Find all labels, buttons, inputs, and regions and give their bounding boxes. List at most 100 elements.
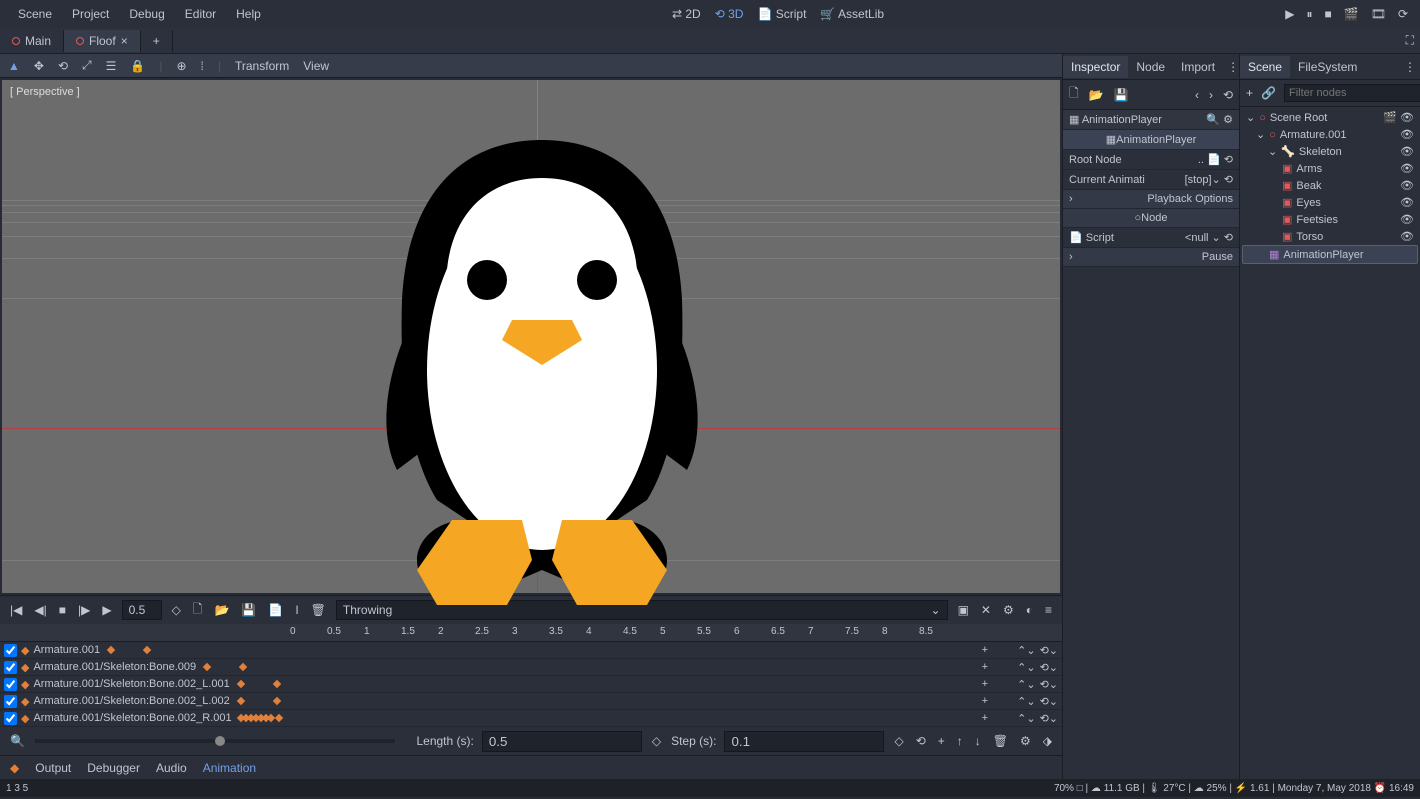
track-enable-checkbox[interactable] (4, 661, 17, 674)
track-add-key-icon[interactable]: + (982, 661, 988, 673)
add-node-icon[interactable]: + (1246, 86, 1253, 100)
track-enable-checkbox[interactable] (4, 644, 17, 657)
track-enable-checkbox[interactable] (4, 712, 17, 725)
track-enable-checkbox[interactable] (4, 695, 17, 708)
insp-open-icon[interactable]: 📂 (1089, 88, 1104, 102)
tab-floof[interactable]: Floof × (64, 30, 141, 52)
track-add-key-icon[interactable]: + (982, 644, 988, 656)
mode-3d[interactable]: ⟲ 3D (715, 7, 744, 21)
section-playback[interactable]: › Playback Options (1063, 190, 1239, 209)
visibility-icon[interactable]: 👁 (1400, 162, 1414, 175)
anim-blend-icon[interactable]: ◐ (1024, 603, 1035, 617)
prop-root-node[interactable]: Root Node.. 📄 ⟲ (1063, 150, 1239, 170)
list-tool-icon[interactable]: ☰ (106, 59, 117, 73)
visibility-icon[interactable]: 👁 (1400, 230, 1414, 243)
play-custom-button[interactable]: 🎞 (1371, 7, 1386, 21)
tab-main[interactable]: Main (0, 30, 64, 52)
track-add-key-icon[interactable]: + (982, 678, 988, 690)
node-eyes[interactable]: ▣ Eyes👁 (1242, 194, 1418, 211)
anim-delete-icon[interactable]: 🗑 (309, 603, 328, 617)
anim-rename-icon[interactable]: I (293, 603, 300, 617)
section-node[interactable]: ○ Node (1063, 209, 1239, 228)
insp-save-icon[interactable]: 💾 (1114, 88, 1129, 102)
track-loop-icon[interactable]: ⟲⌄ (1040, 695, 1058, 708)
track-row[interactable]: ◆Armature.001/Skeleton:Bone.009+⌃⌄⟲⌄ (0, 659, 1062, 676)
tab-animation[interactable]: Animation (203, 761, 256, 775)
track-interp-icon[interactable]: ⌃⌄ (1017, 712, 1035, 725)
track-row[interactable]: ◆Armature.001/Skeleton:Bone.002_R.001+⌃⌄… (0, 710, 1062, 727)
insp-history-icon[interactable]: ⟲ (1223, 88, 1233, 102)
visibility-icon[interactable]: 👁 (1400, 145, 1414, 158)
lock-tool-icon[interactable]: 🔒 (130, 59, 145, 73)
rotate-tool-icon[interactable]: ⟲ (58, 59, 68, 73)
move-up-icon[interactable]: ↑ (955, 734, 965, 748)
anim-new-icon[interactable]: 🗋 (191, 600, 205, 621)
prop-script[interactable]: 📄 Script<null ⌄ ⟲ (1063, 228, 1239, 248)
menu-debug[interactable]: Debug (119, 3, 174, 25)
insp-search-icon[interactable]: 🔍 (1206, 114, 1220, 126)
node-skeleton[interactable]: ⌄ 🦴 Skeleton👁 (1242, 143, 1418, 160)
anim-copy-icon[interactable]: 📄 (266, 603, 285, 617)
track-enable-checkbox[interactable] (4, 678, 17, 691)
transform-menu[interactable]: Transform (235, 59, 289, 73)
add-track-icon[interactable]: + (936, 734, 947, 748)
anim-stop-icon[interactable]: ■ (57, 603, 68, 617)
zoom-icon[interactable]: 🔍 (8, 734, 27, 748)
capture-button[interactable]: ⟳ (1398, 7, 1408, 21)
track-row[interactable]: ◆Armature.001+⌃⌄⟲⌄ (0, 642, 1062, 659)
anim-open-icon[interactable]: 📂 (212, 603, 231, 617)
node-armature[interactable]: ⌄ ○ Armature.001👁 (1242, 126, 1418, 143)
stop-button[interactable]: ■ (1325, 7, 1332, 21)
zoom-slider[interactable] (35, 739, 395, 743)
tab-import[interactable]: Import (1173, 56, 1223, 78)
prop-current-animation[interactable]: Current Animati[stop]⌄ ⟲ (1063, 170, 1239, 190)
play-scene-button[interactable]: 🎬 (1344, 7, 1359, 21)
anim-spinner-icon[interactable]: ◇ (170, 603, 183, 617)
visibility-icon[interactable]: 👁 (1400, 213, 1414, 226)
anim-save-icon[interactable]: 💾 (239, 603, 258, 617)
mode-2d[interactable]: ⇄ 2D (672, 7, 701, 21)
remove-track-icon[interactable]: 🗑 (991, 734, 1010, 748)
insp-new-icon[interactable]: 🗋 (1069, 84, 1079, 105)
node-beak[interactable]: ▣ Beak👁 (1242, 177, 1418, 194)
track-loop-icon[interactable]: ⟲⌄ (1040, 661, 1058, 674)
track-interp-icon[interactable]: ⌃⌄ (1017, 661, 1035, 674)
scale-tool-icon[interactable]: ⤢ (82, 58, 92, 73)
track-add-key-icon[interactable]: + (982, 695, 988, 707)
step-spinner-icon[interactable]: ◇ (892, 734, 905, 748)
node-arms[interactable]: ▣ Arms👁 (1242, 160, 1418, 177)
node-animationplayer[interactable]: ▦ AnimationPlayer (1242, 245, 1418, 264)
move-tool-icon[interactable]: ✥ (34, 59, 44, 73)
view-menu[interactable]: View (303, 59, 329, 73)
visibility-icon[interactable]: 👁 (1400, 128, 1414, 141)
filter-nodes-input[interactable] (1284, 84, 1420, 102)
node-feetsies[interactable]: ▣ Feetsies👁 (1242, 211, 1418, 228)
visibility-icon[interactable]: 👁 (1400, 196, 1414, 209)
select-tool-icon[interactable]: ▲ (8, 59, 20, 73)
anim-autoplay-icon[interactable]: ▣ (956, 603, 971, 617)
add-tab-button[interactable]: + (141, 30, 173, 52)
menu-editor[interactable]: Editor (175, 3, 226, 25)
mode-assetlib[interactable]: 🛒 AssetLib (820, 7, 884, 21)
play-button[interactable]: ▶ (1285, 7, 1294, 21)
insp-back-icon[interactable]: ‹ (1195, 88, 1199, 102)
tab-node[interactable]: Node (1128, 56, 1173, 78)
anim-tool-icon[interactable]: ≡ (1043, 603, 1054, 617)
anim-time-field[interactable] (122, 600, 162, 620)
track-snap-icon[interactable]: ⬗ (1041, 734, 1054, 748)
tab-debugger[interactable]: Debugger (87, 761, 140, 775)
distraction-free-icon[interactable]: ⛶ (1406, 33, 1414, 48)
menu-project[interactable]: Project (62, 3, 119, 25)
tab-scene[interactable]: Scene (1240, 56, 1290, 78)
length-field[interactable] (482, 731, 642, 752)
timeline-ruler[interactable]: 0 0.5 1 1.5 2 2.5 3 3.5 4 4.5 5 5.5 6 6.… (0, 624, 1062, 642)
pause-button[interactable]: ⏸ (1306, 7, 1312, 22)
snap-icon[interactable]: ⁞ (201, 59, 204, 73)
track-row[interactable]: ◆Armature.001/Skeleton:Bone.002_L.002+⌃⌄… (0, 693, 1062, 710)
length-spinner-icon[interactable]: ◇ (650, 734, 663, 748)
track-interp-icon[interactable]: ⌃⌄ (1017, 644, 1035, 657)
scene-menu-icon[interactable]: ⋮ (1400, 56, 1420, 78)
track-loop-icon[interactable]: ⟲⌄ (1040, 712, 1058, 725)
link-node-icon[interactable]: 🔗 (1261, 86, 1276, 100)
track-interp-icon[interactable]: ⌃⌄ (1017, 695, 1035, 708)
